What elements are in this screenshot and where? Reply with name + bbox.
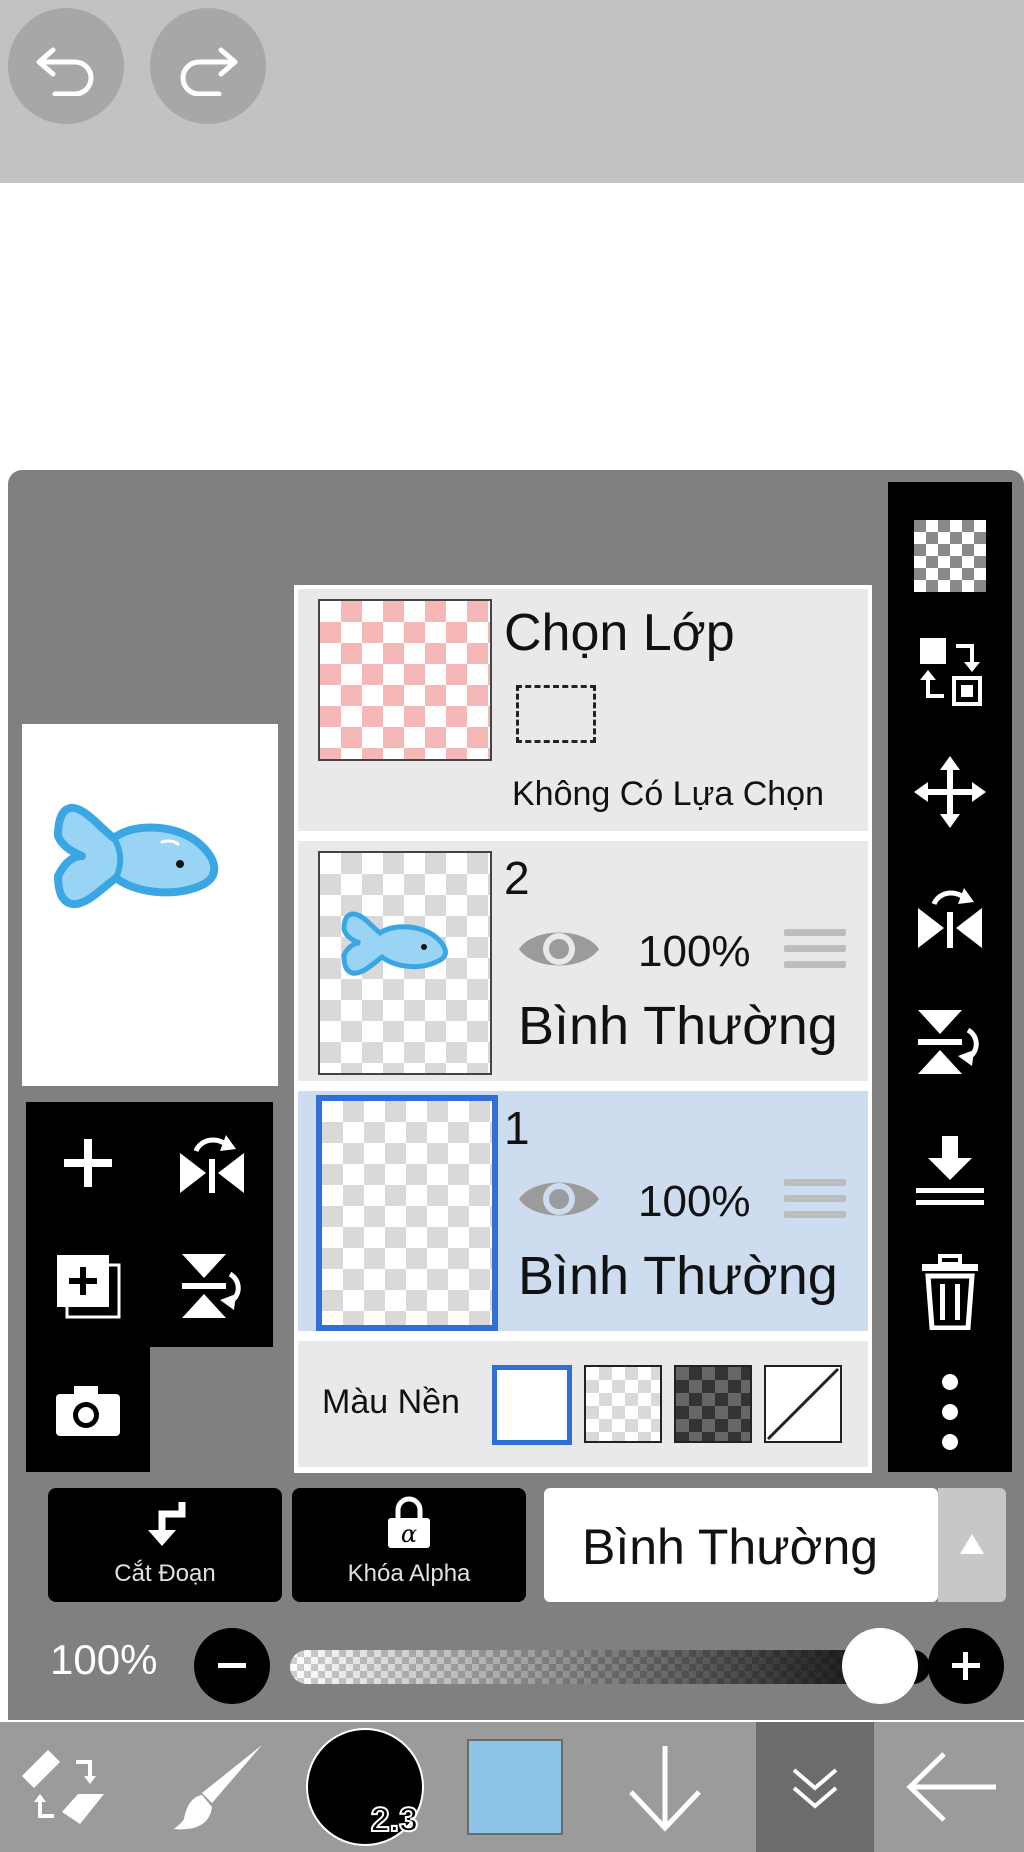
- drag-handle-icon[interactable]: [784, 929, 846, 975]
- import-photo-button[interactable]: [26, 1347, 150, 1472]
- empty-selection-icon: [516, 685, 596, 743]
- visibility-eye-icon[interactable]: [516, 1173, 602, 1225]
- layer-blend-mode-1: Bình Thường: [518, 1246, 838, 1306]
- flip-horizontal-button[interactable]: [150, 1102, 273, 1224]
- background-none-swatch[interactable]: [764, 1365, 842, 1443]
- left-layer-tools-camera: [26, 1347, 150, 1472]
- arrow-left-icon: [906, 1752, 996, 1822]
- flip-vertical-button[interactable]: [150, 1224, 273, 1347]
- camera-icon: [56, 1385, 120, 1436]
- brush-size-value: 2.3: [370, 1800, 419, 1840]
- double-chevron-down-icon: [792, 1768, 838, 1809]
- more-vertical-icon: [942, 1374, 958, 1450]
- plus-icon: [952, 1652, 980, 1680]
- opacity-decrease-button[interactable]: [194, 1628, 270, 1704]
- selection-layer-title: Chọn Lớp: [504, 604, 735, 662]
- swap-icon: [920, 638, 982, 706]
- flip-horizontal-icon: [179, 1135, 244, 1193]
- merge-down-button[interactable]: [888, 1122, 1012, 1222]
- clipping-icon: [148, 1502, 186, 1546]
- blend-mode-select[interactable]: Bình Thường: [544, 1488, 938, 1602]
- layer-list: Chọn Lớp Không Có Lựa Chọn 2 100% Bình T…: [294, 585, 872, 1473]
- svg-text:α: α: [401, 1520, 417, 1548]
- merge-down-icon: [916, 1136, 984, 1205]
- more-options-button[interactable]: [888, 1362, 1012, 1462]
- layer-number-2: 2: [504, 852, 530, 904]
- undo-icon: [36, 47, 94, 96]
- layer-row-1[interactable]: 1 100% Bình Thường: [298, 1091, 868, 1331]
- eraser-swap-icon: [22, 1750, 104, 1824]
- opacity-increase-button[interactable]: [928, 1628, 1004, 1704]
- move-button[interactable]: [888, 742, 1012, 842]
- flip-horizontal-icon: [918, 888, 982, 948]
- triangle-up-icon: [960, 1534, 984, 1554]
- clipping-button[interactable]: Cắt Đoạn: [48, 1488, 282, 1602]
- left-layer-tools: [26, 1102, 273, 1347]
- swap-layer-button[interactable]: [888, 622, 1012, 722]
- opacity-slider[interactable]: [290, 1650, 930, 1684]
- minus-icon: [218, 1663, 246, 1668]
- redo-icon: [180, 47, 238, 96]
- flip-layer-horizontal-button[interactable]: [888, 866, 1012, 966]
- brush-tool-button[interactable]: [160, 1722, 280, 1852]
- blend-mode-value: Bình Thường: [582, 1519, 879, 1575]
- selection-layer-subtitle: Không Có Lựa Chọn: [512, 775, 824, 813]
- plus-icon: [64, 1139, 112, 1187]
- alpha-lock-label: Khóa Alpha: [347, 1560, 471, 1587]
- current-color-swatch: [467, 1739, 563, 1835]
- move-icon: [914, 756, 986, 828]
- layer-row-2[interactable]: 2 100% Bình Thường: [298, 841, 868, 1081]
- color-picker-button[interactable]: [460, 1722, 570, 1852]
- fish-drawing: [54, 804, 219, 909]
- background-transparent-dark-swatch[interactable]: [674, 1365, 752, 1443]
- no-background-icon: [766, 1367, 840, 1441]
- opacity-value-label: 100%: [50, 1636, 158, 1683]
- blend-mode-dropdown-button[interactable]: [938, 1488, 1006, 1602]
- background-white-swatch[interactable]: [492, 1365, 572, 1445]
- transparency-button[interactable]: [888, 512, 1012, 600]
- flip-vertical-icon: [918, 1010, 979, 1074]
- add-copy-layer-icon: [57, 1254, 121, 1318]
- fish-thumbnail: [341, 911, 448, 976]
- brush-eraser-toggle-button[interactable]: [0, 1722, 130, 1852]
- layer-down-button[interactable]: [600, 1722, 730, 1852]
- alpha-lock-button[interactable]: α Khóa Alpha: [292, 1488, 526, 1602]
- clipping-label: Cắt Đoạn: [114, 1560, 216, 1587]
- back-button[interactable]: [880, 1722, 1024, 1852]
- selection-layer-row[interactable]: Chọn Lớp Không Có Lựa Chọn: [298, 589, 868, 831]
- right-layer-tools: [888, 482, 1012, 1472]
- trash-icon: [922, 1254, 978, 1330]
- selection-layer-thumbnail: [318, 599, 492, 761]
- collapse-panel-button[interactable]: [756, 1722, 874, 1852]
- redo-button[interactable]: [150, 8, 266, 124]
- opacity-slider-thumb[interactable]: [842, 1628, 918, 1704]
- delete-layer-button[interactable]: [888, 1242, 1012, 1342]
- checkerboard-icon: [914, 520, 986, 592]
- brush-size-circle: 2.3: [306, 1728, 424, 1846]
- add-layer-button[interactable]: [26, 1102, 150, 1224]
- bottom-toolbar: 2.3: [0, 1722, 1024, 1852]
- layer-blend-mode-2: Bình Thường: [518, 996, 838, 1056]
- top-toolbar: [0, 0, 1024, 183]
- brush-size-button[interactable]: 2.3: [300, 1722, 430, 1852]
- brush-icon: [174, 1745, 262, 1830]
- flip-vertical-icon: [181, 1253, 241, 1318]
- canvas-preview[interactable]: [22, 724, 278, 1086]
- layer-number-1: 1: [504, 1102, 530, 1154]
- layer-opacity-1: 100%: [638, 1177, 751, 1226]
- layer-thumbnail-2: [318, 851, 492, 1075]
- background-color-label: Màu Nền: [322, 1383, 460, 1421]
- undo-button[interactable]: [8, 8, 124, 124]
- visibility-eye-icon[interactable]: [516, 923, 602, 975]
- background-transparent-light-swatch[interactable]: [584, 1365, 662, 1443]
- flip-layer-vertical-button[interactable]: [888, 992, 1012, 1092]
- layer-thumbnail-1: [316, 1095, 498, 1331]
- alpha-lock-icon: α: [388, 1496, 430, 1548]
- arrow-down-icon: [629, 1746, 701, 1832]
- drag-handle-icon[interactable]: [784, 1179, 846, 1225]
- layer-opacity-2: 100%: [638, 927, 751, 976]
- add-copy-layer-button[interactable]: [26, 1224, 150, 1347]
